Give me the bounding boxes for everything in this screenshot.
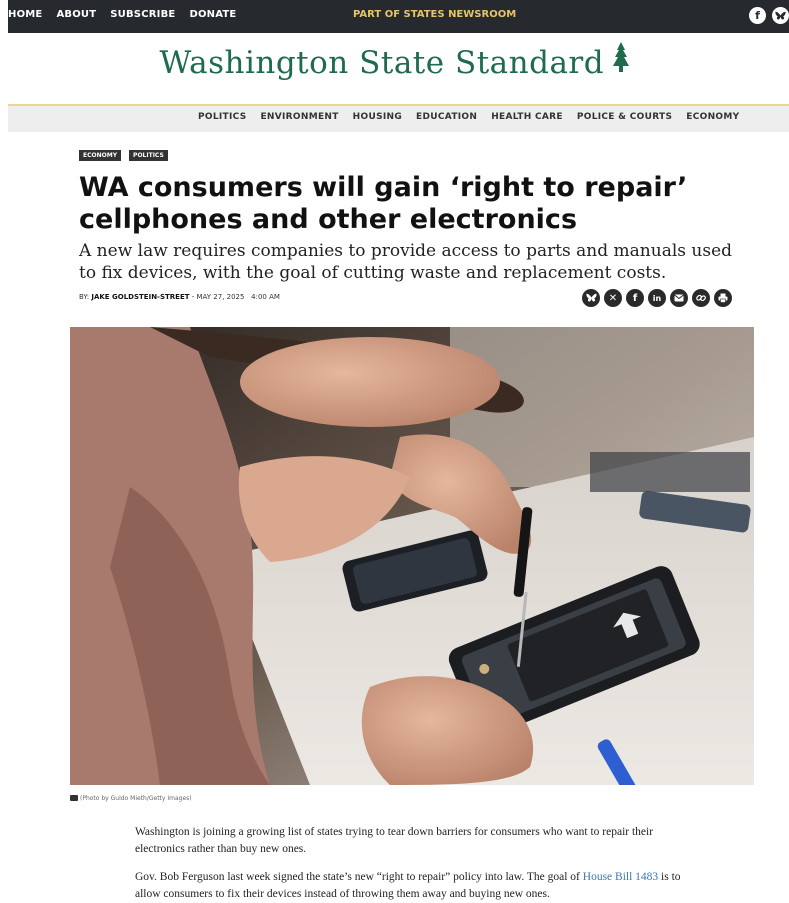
linkedin-icon[interactable]: in [648,289,666,307]
share-icons: ✕ f in [582,289,732,307]
article-paragraph-1: Washington is joining a growing list of … [135,826,654,855]
site-logo-text: Washington State Standard [159,45,605,81]
camera-icon [70,795,78,801]
states-newsroom-link[interactable]: PART OF STATES NEWSROOM [353,9,516,20]
section-nav-housing[interactable]: HOUSING [353,112,402,122]
tag-economy[interactable]: ECONOMY [79,150,122,161]
section-nav-education[interactable]: EDUCATION [416,112,477,122]
section-nav-health-care[interactable]: HEALTH CARE [491,112,563,122]
x-icon[interactable]: ✕ [604,289,622,307]
section-nav: POLITICS ENVIRONMENT HOUSING EDUCATION H… [8,104,789,132]
article-photo [70,327,754,785]
article-paragraph-2: Gov. Bob Ferguson last week signed the s… [135,869,705,903]
author-link[interactable]: JAKE GOLDSTEIN-STREET [91,293,189,301]
facebook-icon[interactable]: f [749,7,766,24]
article-subheadline: A new law requires companies to provide … [79,241,733,283]
top-nav: HOME ABOUT SUBSCRIBE DONATE [8,9,236,20]
top-bar: HOME ABOUT SUBSCRIBE DONATE PART OF STAT… [8,0,789,33]
top-social-icons: f [749,7,789,24]
section-nav-environment[interactable]: ENVIRONMENT [260,112,338,122]
section-nav-police-courts[interactable]: POLICE & COURTS [577,112,672,122]
email-icon[interactable] [670,289,688,307]
top-nav-donate[interactable]: DONATE [189,9,236,20]
byline: BY: JAKE GOLDSTEIN-STREET - MAY 27, 2025… [79,293,280,301]
facebook-icon[interactable]: f [626,289,644,307]
byline-prefix: BY: [79,293,90,301]
publish-time: 4:00 AM [251,293,280,301]
bluesky-icon[interactable] [772,7,789,24]
publish-date: - MAY 27, 2025 [191,293,245,301]
photo-caption-text: (Photo by Guido Mieth/Getty Images) [80,795,192,802]
article-headline: WA consumers will gain ‘right to repair’… [79,172,688,235]
section-nav-economy[interactable]: ECONOMY [686,112,739,122]
paragraph-2-text-start: Gov. Bob Ferguson last week signed the s… [135,871,583,883]
site-logo[interactable]: Washington State Standard [0,42,789,81]
tag-politics[interactable]: POLITICS [129,150,168,161]
bluesky-icon[interactable] [582,289,600,307]
link-icon[interactable] [692,289,710,307]
article-tags: ECONOMY POLITICS [79,150,168,161]
top-nav-home[interactable]: HOME [8,9,42,20]
top-nav-about[interactable]: ABOUT [56,9,96,20]
top-nav-subscribe[interactable]: SUBSCRIBE [110,9,175,20]
section-nav-politics[interactable]: POLITICS [198,112,246,122]
house-bill-link[interactable]: House Bill 1483 [583,871,658,883]
evergreen-tree-icon [612,42,629,72]
photo-caption: (Photo by Guido Mieth/Getty Images) [70,795,192,802]
print-icon[interactable] [714,289,732,307]
